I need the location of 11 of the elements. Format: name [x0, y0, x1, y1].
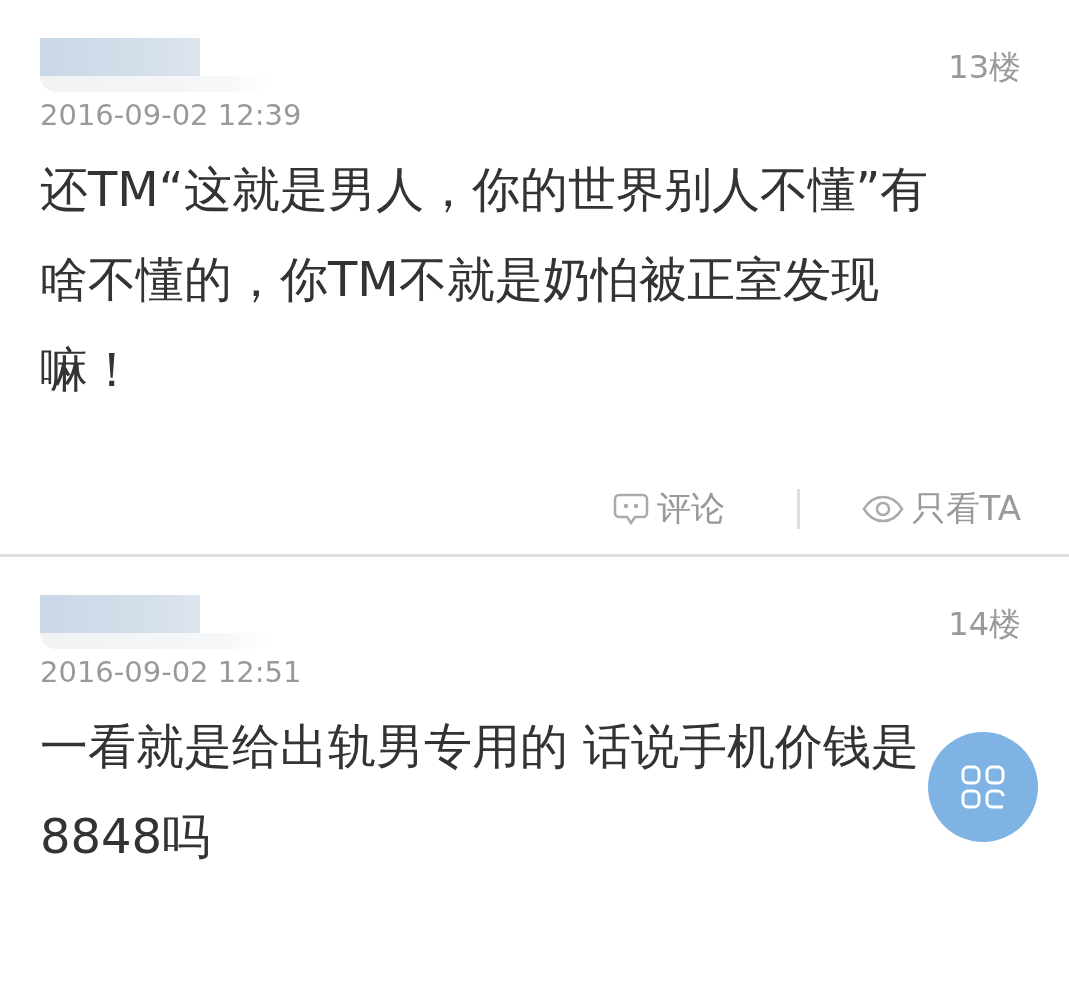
- post-text: 还TM“这就是男人，你的世界别人不懂”有啥不懂的，你TM不就是奶怕被正室发现嘛！: [40, 160, 930, 399]
- post-date: 2016-09-02 12:39: [40, 98, 303, 132]
- view-only-button[interactable]: 只看TA: [861, 486, 1021, 532]
- grid-icon: [960, 764, 1006, 810]
- post-date: 2016-09-02 12:51: [40, 655, 303, 689]
- floor-number: 14楼: [948, 604, 1021, 645]
- eye-icon: [861, 495, 904, 523]
- floor-number: 13楼: [948, 47, 1021, 88]
- comment-button[interactable]: 评论: [612, 486, 725, 532]
- post-text: 一看就是给出轨男专用的 话说手机价钱是8848吗: [40, 717, 921, 866]
- speech-bubble-icon: [612, 493, 649, 525]
